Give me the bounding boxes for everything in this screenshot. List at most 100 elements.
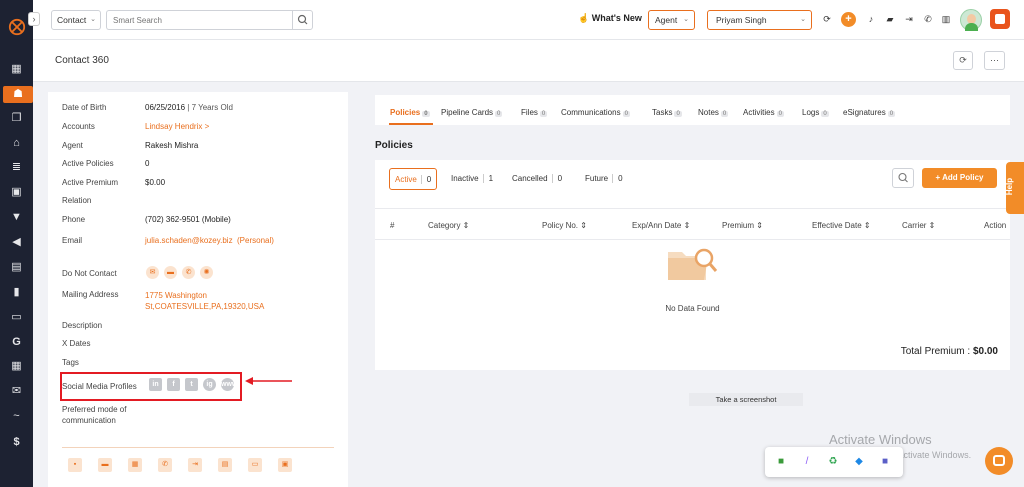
phone-value[interactable]: (702) 362-9501 (Mobile)	[145, 215, 231, 224]
tab-esignatures[interactable]: eSignatures 0	[843, 108, 896, 117]
tab-logs[interactable]: Logs 0	[802, 108, 829, 117]
whats-new-link[interactable]: ☝ What's New	[578, 13, 642, 24]
agent-label: Agent	[62, 141, 83, 150]
refresh-button[interactable]: ⟳	[953, 51, 973, 70]
dob-value: 06/25/2016 | 7 Years Old	[145, 103, 233, 112]
contacts-icon[interactable]: ☗	[3, 86, 33, 103]
refresh-icon[interactable]: ⟳	[821, 13, 833, 25]
agent-select[interactable]: Agent ⌄	[648, 10, 695, 30]
active-policies-value: 0	[145, 159, 150, 168]
facebook-icon[interactable]: f	[167, 378, 180, 391]
dnc-all-icon[interactable]: ✺	[200, 266, 213, 279]
tab-policies[interactable]: Policies 0	[390, 108, 430, 117]
transfer-icon[interactable]: ⇥	[188, 458, 202, 472]
policies-heading: Policies	[375, 140, 413, 151]
call-icon[interactable]: ✆	[158, 458, 172, 472]
twitter-icon[interactable]: t	[185, 378, 198, 391]
tab-communications[interactable]: Communications 0	[561, 108, 630, 117]
col-carrier[interactable]: Carrier ⇕	[902, 221, 935, 230]
col-category[interactable]: Category ⇕	[428, 221, 469, 230]
no-data-text: No Data Found	[665, 304, 720, 313]
policies-card: Active 0 Inactive 1 Cancelled 0 Future 0 + A…	[375, 160, 1010, 370]
folder-icon[interactable]: ▭	[248, 458, 262, 472]
preferred-communication-label: Preferred mode of communication	[62, 405, 127, 425]
chat-widget-button[interactable]	[985, 447, 1013, 475]
app-switcher-icon[interactable]	[990, 9, 1010, 29]
pen-icon[interactable]: /	[801, 456, 813, 468]
analytics-icon[interactable]: ▮	[8, 284, 25, 301]
profile-card-icon[interactable]: ▣	[8, 184, 25, 201]
message-icon[interactable]: ▬	[98, 458, 112, 472]
active-premium-label: Active Premium	[62, 178, 119, 187]
mailing-address-link[interactable]: 1775 Washington St,COATESVILLE,PA,19320,…	[145, 290, 264, 312]
col-effective-date[interactable]: Effective Date ⇕	[812, 221, 871, 230]
filter-future[interactable]: Future 0	[585, 168, 623, 190]
folder-icon[interactable]: ▭	[8, 309, 25, 326]
tab-notes[interactable]: Notes 0	[698, 108, 729, 117]
instagram-icon[interactable]: ig	[203, 378, 216, 391]
search-button[interactable]	[292, 10, 313, 30]
email-link[interactable]: julia.schaden@kozey.biz (Personal)	[145, 236, 274, 245]
hand-icon: ☝	[578, 13, 590, 23]
security-icon[interactable]: ◆	[853, 456, 865, 468]
nav-expand-button[interactable]: ›	[28, 12, 40, 26]
avatar[interactable]	[960, 9, 982, 31]
bell-icon[interactable]: ♪	[865, 13, 877, 25]
col-premium[interactable]: Premium ⇕	[722, 221, 763, 230]
add-policy-button[interactable]: + Add Policy	[922, 168, 997, 188]
logout-icon[interactable]: ⇥	[903, 13, 915, 25]
help-tab[interactable]: Help	[1005, 162, 1024, 214]
tab-tasks[interactable]: Tasks 0	[652, 108, 682, 117]
user-select[interactable]: Priyam Singh ⌄	[707, 10, 812, 30]
calendar-icon[interactable]: ▦	[8, 358, 25, 375]
active-premium-value: $0.00	[145, 178, 166, 187]
google-icon[interactable]: G	[8, 334, 25, 351]
website-icon[interactable]: www	[221, 378, 237, 391]
filter-icon[interactable]: ▼	[8, 209, 25, 226]
col-exp-ann-date[interactable]: Exp/Ann Date ⇕	[632, 221, 690, 230]
list-icon[interactable]: ≣	[8, 159, 25, 176]
linkedin-icon[interactable]: in	[149, 378, 162, 391]
search-icon	[898, 172, 908, 183]
shield-icon[interactable]: ■	[775, 456, 787, 468]
document-icon[interactable]: ▤	[218, 458, 232, 472]
note-icon[interactable]: ▪	[68, 458, 82, 472]
tabs-bar: Policies 0 Pipeline Cards 0 Files 0 Communi…	[375, 95, 1010, 125]
chat-icon[interactable]: ▰	[884, 13, 896, 25]
page-header: Contact 360 ⟳ ⋯	[33, 40, 1024, 82]
accounts-link[interactable]: Lindsay Hendrix >	[145, 122, 209, 131]
contact-type-select[interactable]: Contact ⌄	[51, 10, 101, 30]
bank-icon[interactable]: ⌂	[8, 135, 25, 152]
filter-cancelled[interactable]: Cancelled 0	[512, 168, 563, 190]
documents-icon[interactable]: ❐	[8, 110, 25, 127]
calculator-icon[interactable]: ▥	[940, 13, 952, 25]
quick-add-button[interactable]: +	[841, 12, 856, 27]
active-tab-indicator	[389, 123, 433, 125]
recycle-icon[interactable]: ♻	[827, 456, 839, 468]
tab-activities[interactable]: Activities 0	[743, 108, 784, 117]
search-icon	[297, 14, 308, 25]
dollar-icon[interactable]: $	[8, 434, 25, 451]
teams-icon[interactable]: ■	[879, 456, 891, 468]
signature-icon[interactable]: ~	[8, 408, 25, 425]
dnc-sms-icon[interactable]: ▬	[164, 266, 177, 279]
reports-icon[interactable]: ▤	[8, 259, 25, 276]
calendar-icon[interactable]: ▦	[128, 458, 142, 472]
mail-icon[interactable]: ✉	[8, 383, 25, 400]
filter-active[interactable]: Active 0	[389, 168, 438, 190]
filter-inactive[interactable]: Inactive 1	[451, 168, 494, 190]
phone-icon[interactable]: ✆	[922, 13, 934, 25]
megaphone-icon[interactable]: ◀	[8, 234, 25, 251]
dnc-phone-icon[interactable]: ✆	[182, 266, 195, 279]
dashboard-icon[interactable]: ▦	[8, 61, 25, 78]
app-logo[interactable]	[8, 18, 26, 36]
more-options-button[interactable]: ⋯	[984, 51, 1005, 70]
tab-files[interactable]: Files 0	[521, 108, 548, 117]
accounts-label: Accounts	[62, 122, 95, 131]
card-icon[interactable]: ▣	[278, 458, 292, 472]
dnc-email-icon[interactable]: ✉	[146, 266, 159, 279]
col-policy-no[interactable]: Policy No. ⇕	[542, 221, 587, 230]
smart-search-input[interactable]	[106, 10, 292, 30]
tab-pipeline-cards[interactable]: Pipeline Cards 0	[441, 108, 503, 117]
policy-search-button[interactable]	[892, 168, 914, 188]
